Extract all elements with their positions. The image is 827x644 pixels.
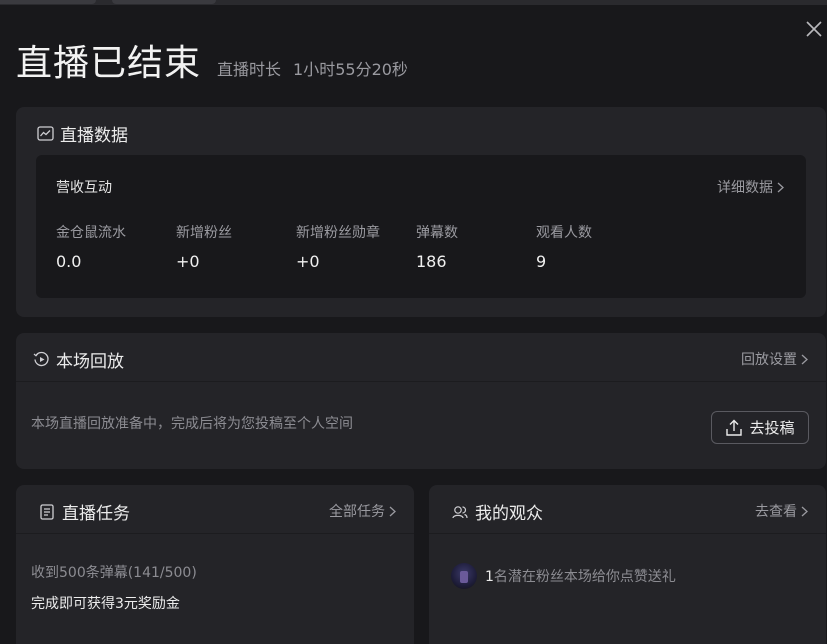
replay-settings-link[interactable]: 回放设置 (741, 349, 808, 369)
stat-danmaku-count: 弹幕数 186 (416, 222, 458, 271)
detail-data-link[interactable]: 详细数据 (717, 177, 784, 197)
stat-hamster-revenue: 金仓鼠流水 0.0 (56, 222, 126, 271)
replay-description: 本场直播回放准备中，完成后将为您投稿至个人空间 (31, 416, 353, 432)
revenue-panel: 营收互动 详细数据 金仓鼠流水 0.0 新增粉丝 +0 新增粉丝勋章 +0 弹幕… (36, 155, 806, 298)
window-tab-strip (0, 0, 827, 5)
audience-message-text: 名潜在粉丝本场给你点赞送礼 (493, 569, 676, 585)
stat-label: 新增粉丝勋章 (296, 225, 380, 241)
audience-count: 1 (485, 569, 494, 585)
task-progress: 收到500条弹幕(141/500) (31, 565, 197, 581)
window-tab[interactable] (112, 0, 216, 4)
task-title: 直播任务 (38, 499, 130, 524)
divider (16, 533, 414, 534)
stat-viewer-count: 观看人数 9 (536, 222, 592, 271)
stat-value: 9 (536, 252, 547, 271)
live-data-title-text: 直播数据 (60, 126, 128, 146)
stat-value: 186 (416, 252, 447, 271)
stat-label: 新增粉丝 (176, 225, 232, 241)
task-reward: 完成即可获得3元奖励金 (31, 596, 180, 612)
chevron-right-icon (389, 506, 396, 517)
live-data-card: 直播数据 营收互动 详细数据 金仓鼠流水 0.0 新增粉丝 +0 新增粉丝勋章 … (16, 107, 826, 317)
divider (16, 381, 826, 382)
stat-value: +0 (296, 252, 320, 271)
stat-label: 观看人数 (536, 225, 592, 241)
replay-card: 本场回放 回放设置 本场直播回放准备中，完成后将为您投稿至个人空间 去投稿 (16, 333, 826, 469)
duration-label: 直播时长 (217, 60, 282, 79)
replay-icon (32, 351, 50, 369)
page-header: 直播已结束 直播时长 1小时55分20秒 (16, 34, 408, 86)
audience-summary: 1名潜在粉丝本场给你点赞送礼 (451, 563, 676, 589)
document-icon (38, 503, 56, 521)
replay-settings-label: 回放设置 (741, 352, 797, 368)
chevron-right-icon (801, 354, 808, 365)
users-icon (451, 503, 469, 521)
chart-icon (36, 125, 54, 143)
page-title: 直播已结束 (16, 43, 202, 84)
live-data-title: 直播数据 (36, 121, 128, 146)
stat-label: 金仓鼠流水 (56, 225, 126, 241)
window-tab[interactable] (0, 0, 96, 4)
stat-value: 0.0 (56, 252, 82, 271)
replay-title: 本场回放 (32, 347, 124, 372)
revenue-title: 营收互动 (56, 180, 112, 196)
chevron-right-icon (777, 182, 784, 193)
live-task-card: 直播任务 全部任务 收到500条弹幕(141/500) 完成即可获得3元奖励金 (16, 485, 414, 644)
stat-new-fan-medals: 新增粉丝勋章 +0 (296, 222, 380, 271)
avatar[interactable] (451, 563, 477, 589)
close-icon (806, 21, 822, 37)
upload-icon (725, 419, 743, 437)
detail-data-label: 详细数据 (717, 180, 773, 196)
divider (429, 533, 826, 534)
chevron-right-icon (801, 506, 808, 517)
audience-title-text: 我的观众 (475, 504, 543, 524)
upload-button-label: 去投稿 (749, 419, 795, 437)
view-audience-label: 去查看 (755, 504, 797, 520)
duration-value: 1小时55分20秒 (293, 60, 408, 79)
stat-new-fans: 新增粉丝 +0 (176, 222, 232, 271)
audience-title: 我的观众 (451, 499, 543, 524)
stat-value: +0 (176, 252, 200, 271)
audience-message: 1名潜在粉丝本场给你点赞送礼 (485, 566, 676, 586)
all-tasks-link[interactable]: 全部任务 (329, 501, 396, 521)
close-button[interactable] (805, 20, 827, 42)
all-tasks-label: 全部任务 (329, 504, 385, 520)
replay-title-text: 本场回放 (56, 352, 124, 372)
upload-button[interactable]: 去投稿 (711, 411, 809, 444)
stat-label: 弹幕数 (416, 225, 458, 241)
view-audience-link[interactable]: 去查看 (755, 501, 808, 521)
task-title-text: 直播任务 (62, 504, 130, 524)
audience-card: 我的观众 去查看 1名潜在粉丝本场给你点赞送礼 (429, 485, 826, 644)
